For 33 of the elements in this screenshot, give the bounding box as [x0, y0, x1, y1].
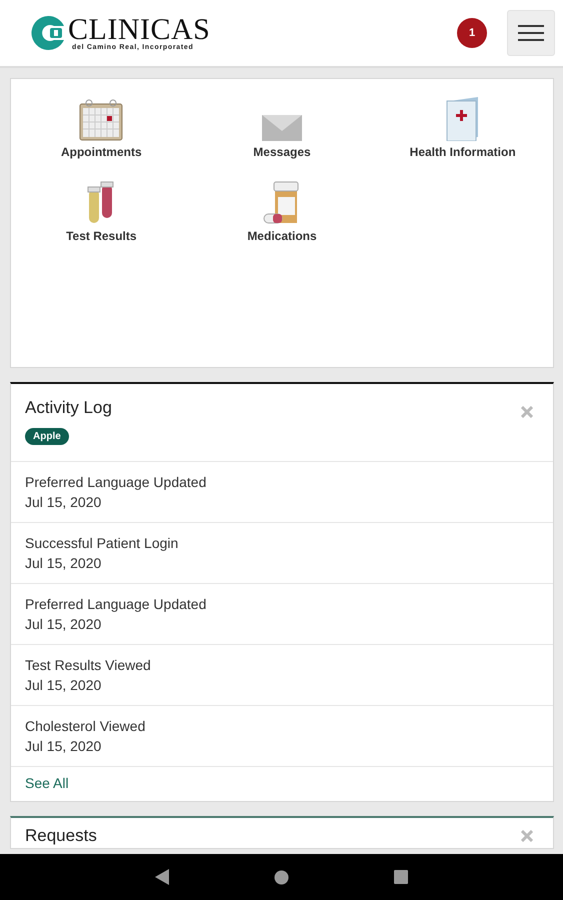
logo-name: CLINICAS [68, 16, 210, 44]
activity-event: Test Results Viewed [25, 657, 152, 673]
activity-event: Preferred Language Updated [25, 474, 208, 490]
menu-icon [518, 24, 544, 42]
activity-date: Jul 15, 2020 [25, 677, 102, 693]
card-title: Activity Log [25, 398, 112, 418]
activity-date: Jul 15, 2020 [25, 494, 102, 510]
close-icon [521, 406, 533, 418]
see-all-link[interactable]: See All [25, 775, 69, 791]
home-icon[interactable] [274, 870, 289, 884]
activity-event: Cholesterol Viewed [25, 718, 146, 734]
close-icon [521, 830, 533, 842]
activity-date: Jul 15, 2020 [25, 738, 102, 754]
activity-date: Jul 15, 2020 [25, 555, 102, 571]
activity-date: Jul 15, 2020 [25, 616, 102, 632]
source-tag: Apple [25, 428, 69, 445]
activity-event: Preferred Language Updated [25, 596, 208, 612]
logo-icon [30, 14, 66, 52]
card-title: Requests [25, 826, 97, 846]
booklet-icon [446, 97, 480, 141]
activity-event: Successful Patient Login [25, 535, 180, 551]
pill-bottle-icon [262, 181, 301, 225]
test-tubes-icon [87, 181, 116, 225]
shortcut-link[interactable]: Medications [192, 181, 372, 243]
shortcut-link[interactable]: Test Results [11, 181, 192, 243]
back-icon[interactable] [155, 869, 169, 885]
shortcut-link[interactable]: Health Information [372, 97, 553, 159]
notification-badge[interactable]: 1 [457, 18, 487, 48]
calendar-icon [79, 99, 124, 141]
menu-button[interactable] [507, 10, 555, 56]
envelope-icon [262, 115, 302, 141]
shortcut-link[interactable]: Messages [192, 97, 372, 159]
shortcut-link[interactable]: Appointments [11, 97, 192, 159]
